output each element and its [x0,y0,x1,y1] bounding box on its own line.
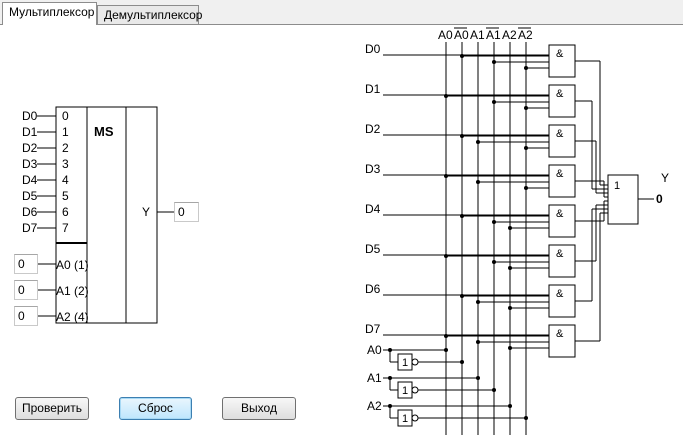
junction-dot [492,100,496,104]
data-input-label: D4 [365,202,381,216]
and-gate-symbol: & [556,48,564,60]
junction-dot [476,180,480,184]
address-inverters: A0 1 A1 1 A2 1 [367,343,528,427]
or-gate-input-wires [575,60,608,342]
junction-dot [508,404,512,408]
junction-dot [460,54,464,58]
junction-dot [524,146,528,150]
junction-dot [508,346,512,350]
junction-dot [460,294,464,298]
not-gate-symbol: 1 [402,385,408,397]
data-input-label: D7 [365,322,381,336]
inversion-bubble [411,414,419,422]
address-bus-lines [445,42,527,435]
junction-dot [444,348,448,352]
bus-taps [444,54,549,350]
junction-dot [492,260,496,264]
circuit-output-label: Y [661,171,670,185]
inversion-bubble [411,358,419,366]
not-gate-symbol: 1 [402,357,408,369]
junction-dot [460,214,464,218]
address-bus-label: A2 [502,28,517,42]
junction-dot [492,220,496,224]
junction-dot [476,140,480,144]
not-gate-symbol: 1 [402,413,408,425]
junction-dot [524,416,528,420]
junction-dot [524,106,528,110]
junction-dot [444,94,448,98]
tab-multiplexer[interactable]: Мультиплексор [2,2,97,25]
data-input-label: D0 [365,42,381,56]
junction-dot [476,340,480,344]
and-gate-symbol: & [556,128,564,140]
address-input-label: A2 [367,399,382,413]
address-bus-label: A1 [470,28,485,42]
junction-dot [476,300,480,304]
junction-dot [524,66,528,70]
junction-dot [492,60,496,64]
and-gate-symbol: & [556,328,564,340]
or-gate-body [607,174,639,225]
junction-dot [460,134,464,138]
address-bus-label: A2 [518,28,533,42]
data-input-label: D6 [365,282,381,296]
junction-dot [444,174,448,178]
junction-dot [524,186,528,190]
address-input-label: A0 [367,343,382,357]
junction-dot [508,266,512,270]
and-gate-array: & & & & & & & & [548,44,576,358]
data-input-label: D5 [365,242,381,256]
address-bus-label: A0 [438,28,453,42]
junction-dot [492,388,496,392]
junction-dot [444,334,448,338]
data-input-lines: D0 D1 D2 D3 D4 D5 D6 D7 [365,42,549,336]
and-gate-symbol: & [556,208,564,220]
junction-dot [508,226,512,230]
junction-dot [508,306,512,310]
circuit-output-value: 0 [656,192,663,206]
and-gate-symbol: & [556,248,564,260]
address-bus-label: A0 [454,28,469,42]
data-input-label: D1 [365,82,381,96]
address-bus-labels: A0 A0 A1 A1 A2 A2 [438,27,533,42]
data-input-label: D2 [365,122,381,136]
or-gate: 1 [607,174,654,225]
junction-dot [444,254,448,258]
address-bus-label: A1 [486,28,501,42]
and-gate-symbol: & [556,168,564,180]
junction-dot [460,360,464,364]
junction-dot [476,376,480,380]
multiplexer-logic-circuit: A0 A0 A1 A1 A2 A2 D0D1D2D3D4D5D6D7 &&&&&&&& 1… [365,27,654,435]
address-input-label: A1 [367,371,382,385]
and-gate-symbol: & [556,88,564,100]
inversion-bubble [411,386,419,394]
data-input-label: D3 [365,162,381,176]
and-gate-symbol: & [556,288,564,300]
or-gate-symbol: 1 [614,180,620,192]
